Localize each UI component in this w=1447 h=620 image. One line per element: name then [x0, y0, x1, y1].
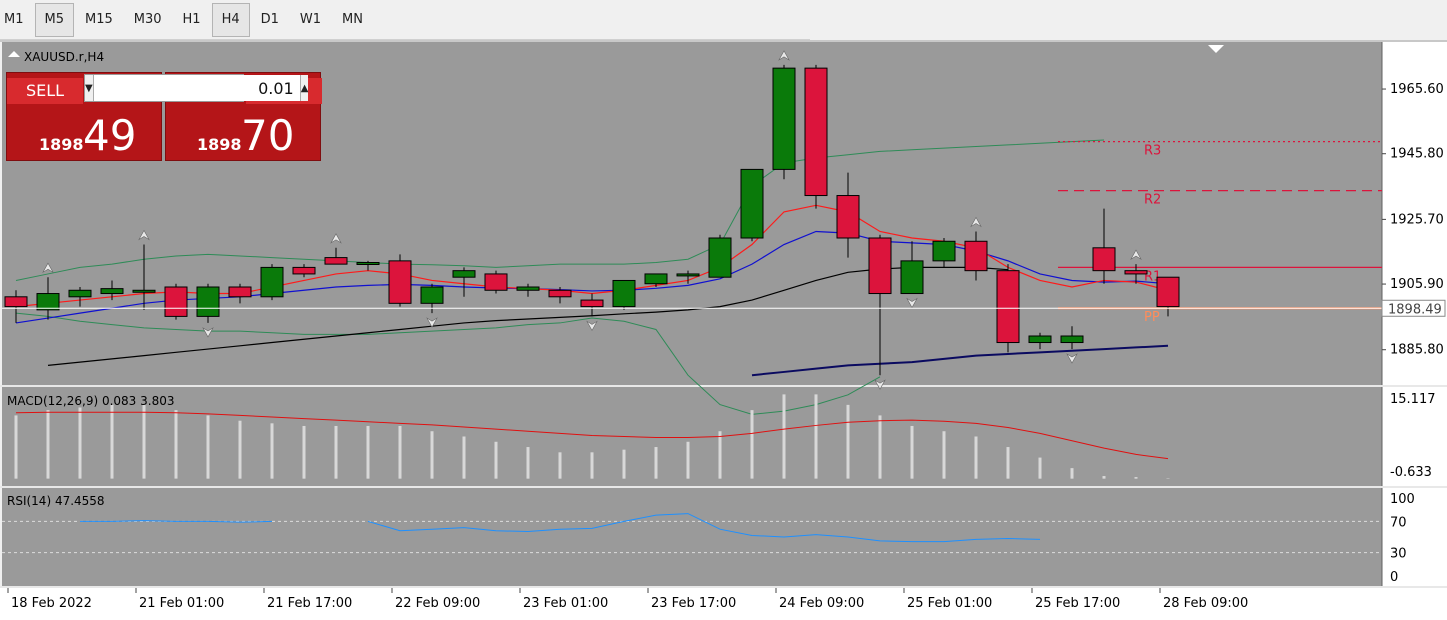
lot-size-input[interactable]: [93, 75, 300, 101]
price-tick-label: 1965.60: [1390, 82, 1444, 97]
time-tick-label: 21 Feb 01:00: [139, 596, 224, 611]
timeframe-mn-button[interactable]: MN: [332, 3, 373, 37]
timeframe-m30-button[interactable]: M30: [124, 3, 172, 37]
candle-bullish: [452, 270, 476, 278]
candle-bearish: [164, 286, 188, 317]
candle-bullish: [932, 240, 956, 262]
candle-bullish: [1060, 335, 1084, 344]
buy-price-minor: 70: [241, 111, 295, 160]
rsi-label: RSI(14) 47.4558: [7, 494, 105, 508]
sell-label: SELL: [7, 78, 83, 104]
symbol-label: XAUUSD.r,H4: [24, 50, 104, 64]
lot-decrease-button[interactable]: ▼: [85, 75, 94, 101]
timeframe-m5-button[interactable]: M5: [34, 2, 74, 37]
price-tick-label: 1905.90: [1390, 277, 1444, 292]
timeframe-d1-button[interactable]: D1: [251, 3, 289, 37]
time-tick-label: 23 Feb 17:00: [651, 596, 736, 611]
candle-bearish: [548, 289, 572, 298]
rsi-plot-area: [2, 488, 1382, 586]
price-tick-label: 1925.70: [1390, 212, 1444, 227]
candle-bullish: [132, 289, 156, 293]
candle-bullish: [260, 266, 284, 298]
time-tick-label: 24 Feb 09:00: [779, 596, 864, 611]
candle-bearish: [1156, 276, 1180, 308]
mt-chart-window: M1 M5 M15 M30 H1 H4 D1 W1 MN 1965.60 1945.80 1925.…: [0, 0, 1447, 620]
chevron-up-icon: ▲: [300, 82, 309, 94]
pivot-label-r3: R3: [1144, 144, 1161, 159]
current-price-label: 1898.49: [1388, 302, 1442, 317]
chevron-down-icon: ▼: [85, 82, 93, 94]
buy-price-major: 1898: [197, 135, 242, 154]
lot-size-stepper[interactable]: ▼ ▲: [84, 74, 309, 102]
candle-bullish: [356, 262, 380, 265]
toolbar-filler: [810, 0, 1447, 40]
rsi-tick-label: 100: [1390, 492, 1415, 507]
candle-bullish: [1028, 335, 1052, 344]
timeframe-h1-button[interactable]: H1: [173, 3, 211, 37]
candle-bullish: [196, 286, 220, 317]
time-tick-label: 18 Feb 2022: [11, 596, 92, 611]
candle-bullish: [772, 67, 796, 170]
candle-bullish: [612, 279, 636, 308]
candle-bearish: [804, 67, 828, 197]
time-tick-label: 21 Feb 17:00: [267, 596, 352, 611]
time-tick-label: 28 Feb 09:00: [1163, 596, 1248, 611]
candle-bearish: [996, 270, 1020, 344]
candle-bullish: [516, 286, 540, 291]
rsi-tick-label: 70: [1390, 515, 1407, 530]
candle-bullish: [676, 273, 700, 277]
rsi-tick-label: 30: [1390, 547, 1407, 562]
one-click-trading-panel: SELL 1898 49 BUY 1898 70 ▼ ▲: [6, 72, 322, 161]
lot-increase-button[interactable]: ▲: [299, 75, 309, 101]
rsi-tick-label: 0: [1390, 570, 1398, 585]
macd-tick-label: -0.633: [1390, 465, 1432, 480]
macd-label: MACD(12,26,9) 0.083 3.803: [7, 394, 174, 408]
time-tick-label: 25 Feb 17:00: [1035, 596, 1120, 611]
candle-bearish: [292, 266, 316, 275]
pivot-label-r2: R2: [1144, 193, 1161, 208]
candle-bullish: [36, 293, 60, 311]
candle-bearish: [388, 260, 412, 304]
candle-bearish: [324, 257, 348, 265]
candle-bearish: [580, 299, 604, 308]
candle-bearish: [1092, 247, 1116, 272]
timeframe-m15-button[interactable]: M15: [75, 3, 123, 37]
timeframe-w1-button[interactable]: W1: [290, 3, 331, 37]
timeframe-m1-button[interactable]: M1: [0, 3, 34, 37]
sell-price-minor: 49: [83, 111, 137, 160]
timeframe-h4-button[interactable]: H4: [211, 2, 250, 37]
candle-bullish: [100, 288, 124, 295]
pivot-label-pp: PP: [1144, 310, 1160, 325]
candle-bullish: [644, 273, 668, 285]
candle-bearish: [964, 240, 988, 272]
price-axis-panel: [1382, 42, 1447, 620]
price-tick-label: 1945.80: [1390, 147, 1444, 162]
candle-bearish: [228, 286, 252, 298]
candle-bearish: [1124, 270, 1148, 275]
candle-bullish: [420, 286, 444, 304]
timeframe-toolbar: M1 M5 M15 M30 H1 H4 D1 W1 MN: [0, 0, 810, 40]
time-tick-label: 23 Feb 01:00: [523, 596, 608, 611]
price-tick-label: 1885.80: [1390, 343, 1444, 358]
candle-bearish: [4, 296, 28, 308]
macd-tick-label: 15.117: [1390, 392, 1436, 407]
candle-bullish: [68, 289, 92, 298]
candle-bullish: [708, 237, 732, 278]
time-tick-label: 22 Feb 09:00: [395, 596, 480, 611]
sell-price-major: 1898: [39, 135, 84, 154]
candle-bearish: [484, 273, 508, 291]
candle-bullish: [740, 168, 764, 239]
candle-bullish: [900, 260, 924, 295]
time-tick-label: 25 Feb 01:00: [907, 596, 992, 611]
candle-bearish: [836, 195, 860, 239]
candle-bearish: [868, 237, 892, 295]
